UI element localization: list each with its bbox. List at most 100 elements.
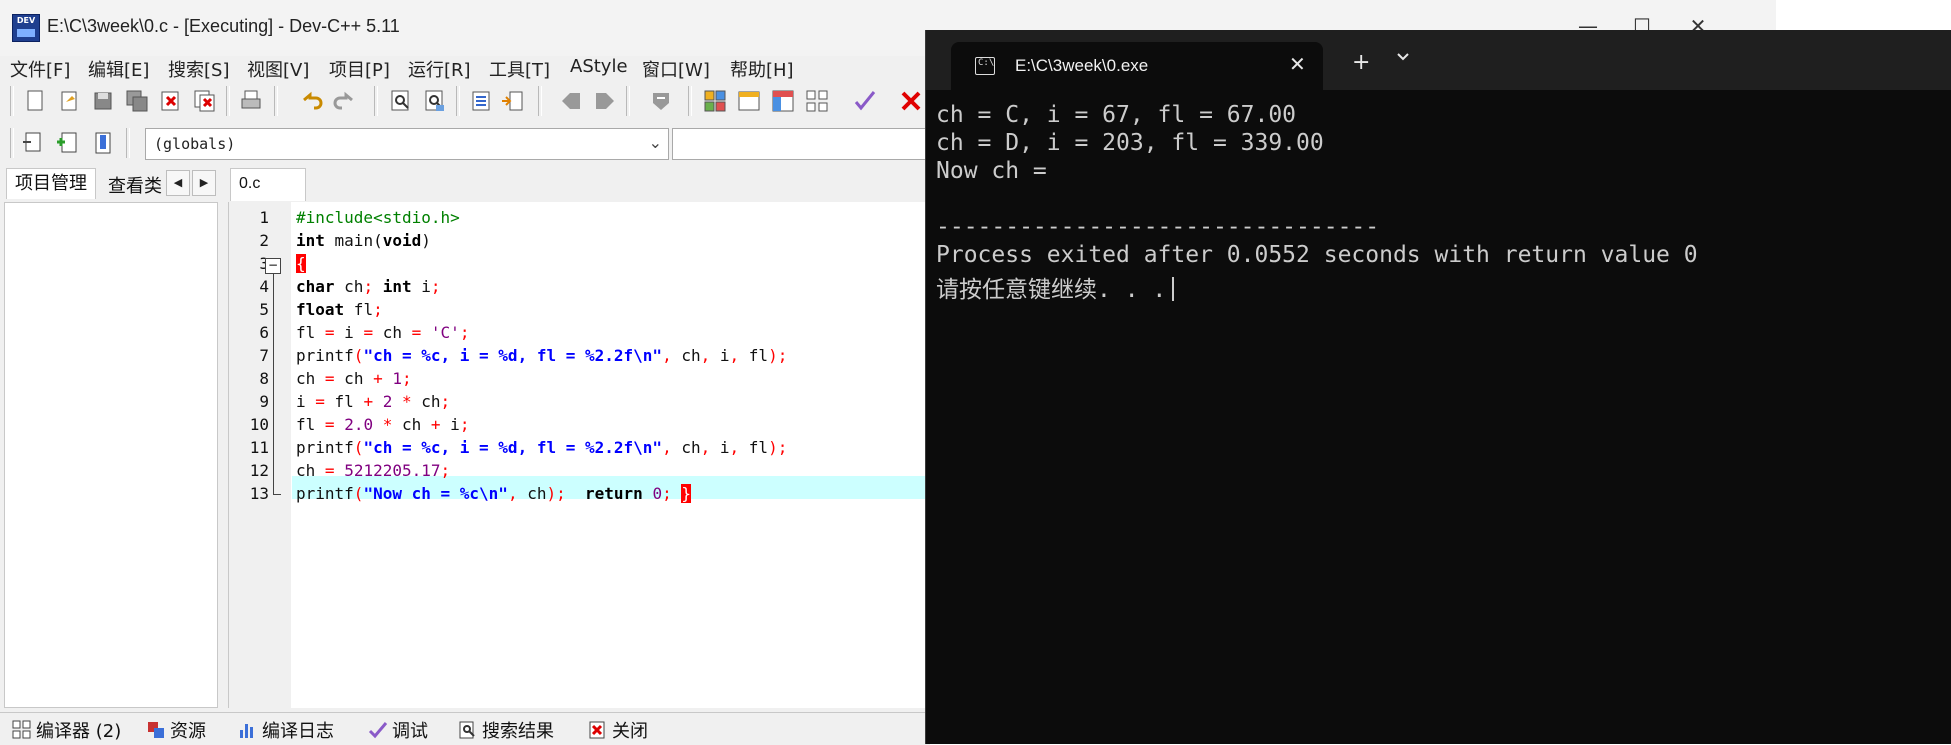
chevron-down-icon[interactable] xyxy=(1396,50,1410,64)
window-icon[interactable] xyxy=(736,88,762,114)
insert-icon[interactable] xyxy=(20,130,46,156)
menu-edit[interactable]: 编辑[E] xyxy=(88,56,149,82)
close-all-icon[interactable] xyxy=(192,88,218,114)
line-number: 7 xyxy=(259,346,269,365)
menu-bar: 文件[F] 编辑[E] 搜索[S] 视图[V] 项目[P] 运行[R] 工具[T… xyxy=(0,52,930,82)
code-line-12: ch = 5212205.17; xyxy=(296,461,451,480)
bookmark-forward-icon[interactable] xyxy=(592,88,618,114)
code-line-10: fl = 2.0 * ch + i; xyxy=(296,415,470,434)
grid-icon[interactable] xyxy=(804,88,830,114)
close-tab-icon[interactable]: ✕ xyxy=(1289,52,1306,76)
tab-resources[interactable]: 资源 xyxy=(146,717,206,743)
terminal-window[interactable]: C:\ E:\C\3week\0.exe ✕ + ch = C, i = 67,… xyxy=(925,30,1951,744)
goto-icon[interactable] xyxy=(648,88,674,114)
terminal-separator: -------------------------------- xyxy=(936,214,1380,240)
code-line-1: #include<stdio.h> xyxy=(296,208,460,227)
code-line-4: char ch; int i; xyxy=(296,277,441,296)
line-number: 9 xyxy=(259,392,269,411)
find-icon[interactable] xyxy=(388,88,414,114)
save-all-icon[interactable] xyxy=(124,88,150,114)
new-file-icon[interactable] xyxy=(22,88,48,114)
globals-combo-value: (globals) xyxy=(154,135,236,153)
left-panel: 项目管理 查看类 ◀ ▶ xyxy=(0,166,218,708)
print-icon[interactable] xyxy=(238,88,264,114)
window-title: E:\C\3week\0.c - [Executing] - Dev-C++ 5… xyxy=(47,16,400,36)
menu-tools[interactable]: 工具[T] xyxy=(489,56,550,82)
tab-compiler[interactable]: 编译器 (2) xyxy=(12,717,121,743)
close-panel-icon xyxy=(589,721,605,739)
bottom-tab-bar: 编译器 (2) 资源 编译日志 调试 搜索结果 关闭 xyxy=(0,712,930,745)
save-icon[interactable] xyxy=(90,88,116,114)
line-number: 4 xyxy=(259,277,269,296)
tab-close-label: 关闭 xyxy=(612,721,648,742)
open-file-icon[interactable] xyxy=(56,88,82,114)
chevron-down-icon[interactable]: ⌄ xyxy=(649,133,662,152)
code-line-13: printf("Now ch = %c\n", ch); return 0; } xyxy=(296,484,692,503)
globals-combo[interactable]: (globals) ⌄ xyxy=(145,128,669,160)
text-cursor xyxy=(1172,277,1175,301)
code-line-9: i = fl + 2 * ch; xyxy=(296,392,451,411)
chart-icon xyxy=(240,724,253,738)
terminal-line: ch = C, i = 67, fl = 67.00 xyxy=(936,102,1297,128)
terminal-prompt-text: 请按任意键继续. . . xyxy=(936,277,1167,303)
tab-scroll-left-icon[interactable]: ◀ xyxy=(166,170,190,196)
function-combo[interactable] xyxy=(672,128,934,160)
tab-scroll-right-icon[interactable]: ▶ xyxy=(192,170,216,196)
line-number: 1 xyxy=(259,208,269,227)
tab-compiler-label: 编译器 (2) xyxy=(36,721,122,742)
line-number: 11 xyxy=(249,438,269,457)
fold-toggle-icon[interactable]: − xyxy=(265,258,281,274)
new-project-icon[interactable] xyxy=(702,88,728,114)
tab-close[interactable]: 关闭 xyxy=(588,717,648,743)
tab-search-results[interactable]: 搜索结果 xyxy=(458,717,554,743)
editor-tab-0c[interactable]: 0.c xyxy=(230,168,306,201)
tab-project-manager[interactable]: 项目管理 xyxy=(6,168,96,199)
project-tree[interactable] xyxy=(4,202,218,708)
new-tab-icon[interactable]: + xyxy=(1352,50,1370,75)
checkmark-icon xyxy=(368,722,388,739)
menu-astyle[interactable]: AStyle xyxy=(570,56,628,77)
code-line-6: fl = i = ch = 'C'; xyxy=(296,323,470,342)
toggle-bookmark-icon[interactable] xyxy=(54,130,80,156)
layout-icon[interactable] xyxy=(770,88,796,114)
code-line-3: { xyxy=(296,254,306,273)
menu-help[interactable]: 帮助[H] xyxy=(730,56,794,82)
terminal-prompt: 请按任意键继续. . . xyxy=(936,270,1175,304)
menu-window[interactable]: 窗口[W] xyxy=(642,56,710,82)
code-editor[interactable]: 1 2 3 4 5 6 7 8 9 10 11 12 13 − #include… xyxy=(228,202,932,708)
compiler-grid-icon xyxy=(12,720,31,739)
terminal-tab-bar: C:\ E:\C\3week\0.exe ✕ + xyxy=(926,30,1951,90)
line-number: 13 xyxy=(249,484,269,503)
tab-compile-log[interactable]: 编译日志 xyxy=(238,717,334,743)
menu-file[interactable]: 文件[F] xyxy=(10,56,70,82)
tab-debug[interactable]: 调试 xyxy=(368,717,428,743)
main-toolbar xyxy=(0,84,930,120)
indent-icon[interactable] xyxy=(468,88,494,114)
code-line-7: printf("ch = %c, i = %d, fl = %2.2f\n", … xyxy=(296,346,788,365)
close-file-icon[interactable] xyxy=(158,88,184,114)
terminal-line: Process exited after 0.0552 seconds with… xyxy=(936,242,1698,268)
check-syntax-icon[interactable] xyxy=(852,88,878,114)
unindent-icon[interactable] xyxy=(500,88,526,114)
menu-run[interactable]: 运行[R] xyxy=(408,56,471,82)
terminal-tab[interactable]: C:\ E:\C\3week\0.exe ✕ xyxy=(951,42,1323,90)
menu-search[interactable]: 搜索[S] xyxy=(168,56,229,82)
line-number: 10 xyxy=(249,415,269,434)
terminal-icon: C:\ xyxy=(975,57,995,75)
tab-class-view[interactable]: 查看类 xyxy=(108,172,166,198)
redo-icon[interactable] xyxy=(332,88,358,114)
menu-view[interactable]: 视图[V] xyxy=(247,56,309,82)
line-number: 8 xyxy=(259,369,269,388)
bookmark-back-icon[interactable] xyxy=(558,88,584,114)
menu-project[interactable]: 项目[P] xyxy=(329,56,390,82)
tab-compile-log-label: 编译日志 xyxy=(262,721,334,742)
app-icon-label: DEV xyxy=(16,16,36,25)
code-line-8: ch = ch + 1; xyxy=(296,369,412,388)
replace-icon[interactable] xyxy=(422,88,448,114)
stop-execution-icon[interactable] xyxy=(898,88,924,114)
goto-bookmark-icon[interactable] xyxy=(90,130,116,156)
undo-icon[interactable] xyxy=(298,88,324,114)
tab-debug-label: 调试 xyxy=(392,721,428,742)
line-number: 6 xyxy=(259,323,269,342)
fold-guide-line xyxy=(273,274,274,494)
